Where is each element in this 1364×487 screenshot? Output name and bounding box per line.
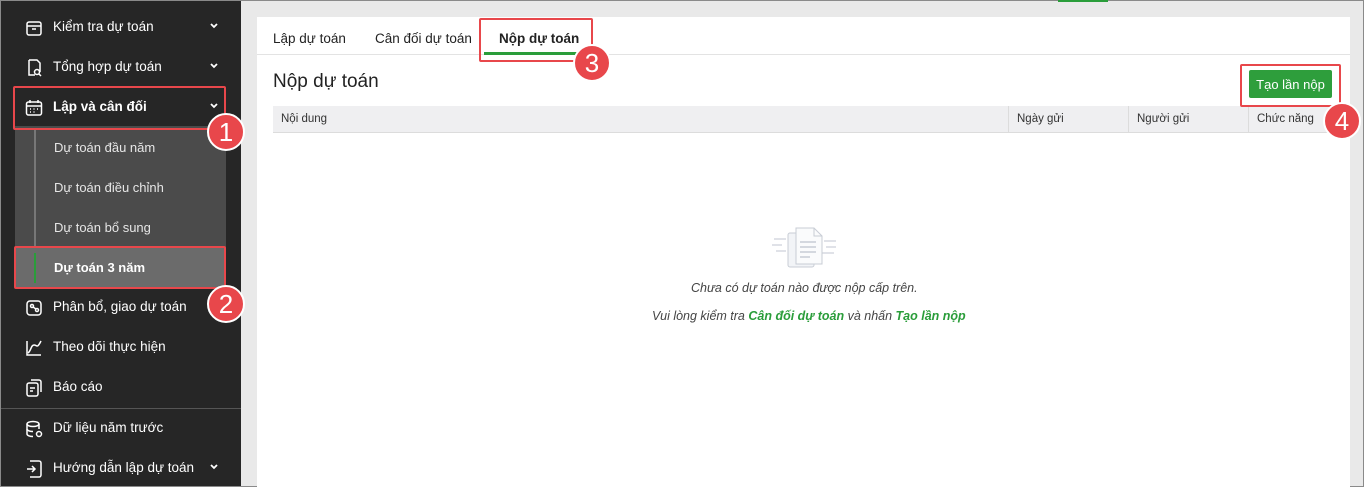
tab-lap-du-toan[interactable]: Lập dự toán	[273, 31, 346, 46]
annotation-badge-1: 1	[207, 113, 245, 151]
annotation-box-4	[1240, 64, 1341, 107]
annotation-badge-2: 2	[207, 285, 245, 323]
chevron-down-icon	[210, 464, 218, 470]
sidebar-item-label: Hướng dẫn lập dự toán	[53, 460, 195, 475]
empty-hint-prefix: Vui lòng kiểm tra	[652, 309, 745, 323]
sidebar-item-bao-cao[interactable]: Báo cáo	[1, 367, 241, 407]
line-chart-icon	[23, 337, 45, 359]
column-header-noi-dung[interactable]: Nội dung	[273, 106, 1009, 133]
empty-document-icon	[772, 227, 836, 268]
sidebar-item-huong-dan[interactable]: Hướng dẫn lập dự toán	[1, 448, 241, 487]
sidebar-item-label: Dữ liệu năm trước	[53, 420, 164, 435]
link-can-doi-du-toan[interactable]: Cân đối dự toán	[748, 309, 844, 323]
guide-icon	[23, 458, 45, 480]
sidebar-item-tong-hop[interactable]: Tổng hợp dự toán	[1, 47, 241, 87]
sidebar-item-kiem-tra[interactable]: Kiểm tra dự toán	[1, 7, 241, 47]
database-icon	[23, 418, 45, 440]
page-title: Nộp dự toán	[273, 71, 379, 92]
link-tao-lan-nop[interactable]: Tạo lần nộp	[896, 309, 966, 323]
doc-search-icon	[23, 57, 45, 79]
annotation-box-2	[14, 246, 226, 289]
sidebar-subitem-dieu-chinh[interactable]: Dự toán điều chỉnh	[54, 180, 164, 195]
box-icon	[23, 17, 45, 39]
chevron-down-icon	[210, 23, 218, 29]
sidebar-item-label: Báo cáo	[53, 379, 103, 394]
sidebar-item-label: Theo dõi thực hiện	[53, 339, 166, 354]
empty-hint: Vui lòng kiểm tra Cân đối dự toán và nhấ…	[652, 309, 966, 323]
tab-can-doi-du-toan[interactable]: Cân đối dự toán	[375, 31, 472, 46]
sidebar-item-theo-doi[interactable]: Theo dõi thực hiện	[1, 327, 241, 367]
column-header-ngay-gui[interactable]: Ngày gửi	[1009, 106, 1129, 133]
top-accent-bar	[1058, 0, 1108, 2]
annotation-badge-4: 4	[1323, 102, 1361, 140]
report-icon	[23, 377, 45, 399]
chevron-down-icon	[210, 63, 218, 69]
table-header: Nội dung Ngày gửi Người gửi Chức năng	[273, 106, 1334, 133]
column-header-chuc-nang: Chức năng	[1257, 113, 1314, 125]
sidebar-subitem-bo-sung[interactable]: Dự toán bổ sung	[54, 220, 151, 235]
annotation-badge-3: 3	[573, 44, 611, 82]
sidebar-item-du-lieu-nam-truoc[interactable]: Dữ liệu năm trước	[1, 408, 241, 448]
empty-message: Chưa có dự toán nào được nộp cấp trên.	[691, 281, 918, 295]
sidebar-item-label: Tổng hợp dự toán	[53, 59, 162, 74]
sidebar-item-label: Phân bổ, giao dự toán	[53, 299, 187, 314]
annotation-box-1	[13, 86, 226, 130]
share-doc-icon	[23, 297, 45, 319]
sidebar-item-phan-bo[interactable]: Phân bổ, giao dự toán	[1, 287, 241, 327]
sidebar-item-label: Kiểm tra dự toán	[53, 19, 154, 34]
sidebar-subitem-dau-nam[interactable]: Dự toán đầu năm	[54, 140, 155, 155]
sidebar: Kiểm tra dự toán Tổng hợp dự toán Lập và…	[1, 1, 241, 486]
column-header-nguoi-gui[interactable]: Người gửi	[1129, 106, 1249, 133]
empty-hint-middle: và nhấn	[847, 309, 893, 323]
